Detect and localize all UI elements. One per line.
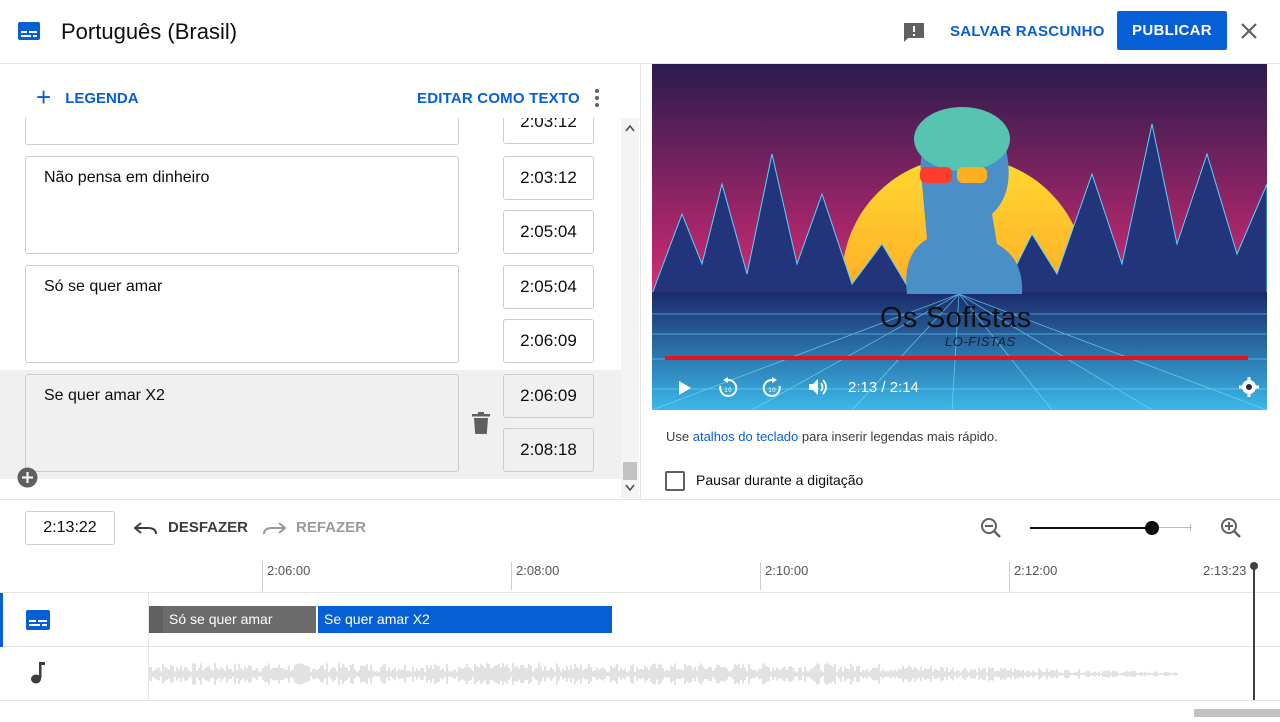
subtitles-icon <box>18 22 40 40</box>
video-player[interactable]: Os Sofistas LO-FISTAS 10 10 2:13 / 2:14 <box>652 64 1267 410</box>
hint-suffix: para inserir legendas mais rápido. <box>798 429 998 444</box>
close-icon[interactable] <box>1238 20 1260 42</box>
svg-text:10: 10 <box>724 387 732 394</box>
caption-text-field[interactable]: Se quer amar X2 <box>25 374 459 472</box>
undo-label: DESFAZER <box>168 519 249 536</box>
caption-end-time[interactable]: 2:06:09 <box>503 319 594 363</box>
hint-prefix: Use <box>666 429 693 444</box>
timeline-segment-selected[interactable]: Se quer amar X2 <box>318 606 612 633</box>
header: Português (Brasil) SALVAR RASCUNHO PUBLI… <box>0 0 1280 64</box>
panel-divider <box>640 64 641 499</box>
scrollbar-thumb[interactable] <box>623 462 637 480</box>
caption-text-field[interactable] <box>25 118 459 145</box>
add-caption-button[interactable]: + LEGENDA <box>36 82 139 112</box>
video-sub-brand-text: LO-FISTAS <box>945 334 1016 349</box>
timeline-divider <box>0 646 1280 647</box>
keyboard-hint: Use atalhos do teclado para inserir lege… <box>666 429 998 444</box>
caption-start-time[interactable]: 2:06:09 <box>503 374 594 418</box>
svg-text:10: 10 <box>768 387 776 394</box>
scroll-up-icon[interactable] <box>625 124 635 132</box>
scroll-down-icon[interactable] <box>625 484 635 492</box>
toolbar-divider <box>0 499 1280 500</box>
forward-10-icon[interactable]: 10 <box>762 376 782 398</box>
timeline-scrollbar[interactable] <box>1194 709 1280 717</box>
caption-end-time[interactable]: 2:03:12 <box>503 118 594 144</box>
caption-start-time[interactable]: 2:05:04 <box>503 265 594 309</box>
caption-row: Não pensa em dinheiro 2:03:12 2:05:04 <box>0 152 621 256</box>
video-brand-text: Os Sofistas <box>880 302 1032 334</box>
audio-waveform <box>149 663 1178 685</box>
zoom-slider-thumb[interactable] <box>1145 521 1159 535</box>
keyboard-shortcuts-link[interactable]: atalhos do teclado <box>693 429 799 444</box>
caption-start-time[interactable]: 2:03:12 <box>503 156 594 200</box>
caption-end-time[interactable]: 2:08:18 <box>503 428 594 472</box>
timeline-segment-edge[interactable] <box>149 606 163 633</box>
timeline-divider <box>0 700 1280 701</box>
playhead-handle[interactable] <box>1250 562 1258 570</box>
undo-button[interactable]: DESFAZER <box>134 519 248 536</box>
settings-icon[interactable] <box>1239 377 1259 397</box>
publish-button[interactable]: PUBLICAR <box>1117 11 1227 50</box>
subtitles-track-icon <box>26 610 50 630</box>
music-note-icon <box>31 662 45 684</box>
undo-icon <box>134 521 157 534</box>
video-time-readout: 2:13 / 2:14 <box>848 379 919 396</box>
zoom-out-icon[interactable] <box>980 517 1002 539</box>
video-controls: 10 10 <box>652 364 1267 410</box>
zoom-slider-end <box>1190 524 1191 531</box>
feedback-icon[interactable] <box>902 21 926 45</box>
timeline-segment[interactable]: Só se quer amar <box>163 606 316 633</box>
caption-text-field[interactable]: Não pensa em dinheiro <box>25 156 459 254</box>
edit-as-text-button[interactable]: EDITAR COMO TEXTO <box>417 90 580 107</box>
replay-10-icon[interactable]: 10 <box>718 376 738 398</box>
selected-track-indicator <box>0 593 3 647</box>
timeline-tick: 2:06:00 <box>262 562 310 590</box>
add-caption-label: LEGENDA <box>65 90 139 107</box>
page-title: Português (Brasil) <box>61 19 238 44</box>
timeline-tick: 2:12:00 <box>1009 562 1057 590</box>
pause-while-typing-label: Pausar durante a digitação <box>696 472 864 488</box>
timeline-tick: 2:13:23 <box>1203 563 1247 578</box>
volume-icon[interactable] <box>808 378 830 396</box>
redo-icon <box>263 521 286 534</box>
timeline-tick: 2:08:00 <box>511 562 559 590</box>
caption-list-scrollbar[interactable] <box>621 118 639 498</box>
add-circle-icon[interactable] <box>17 467 38 488</box>
more-vert-icon[interactable] <box>589 88 605 108</box>
caption-text-field[interactable]: Só se quer amar <box>25 265 459 363</box>
video-progress-bar[interactable] <box>665 356 1249 360</box>
caption-list: 2:03:12 Não pensa em dinheiro 2:03:12 2:… <box>0 118 621 479</box>
save-draft-button[interactable]: SALVAR RASCUNHO <box>950 23 1105 40</box>
playhead[interactable] <box>1253 566 1255 700</box>
redo-button[interactable]: REFAZER <box>262 519 366 536</box>
timeline-tick: 2:10:00 <box>760 562 808 590</box>
trash-icon[interactable] <box>472 412 490 434</box>
plus-icon: + <box>36 82 52 112</box>
caption-row: Só se quer amar 2:05:04 2:06:09 <box>0 261 621 365</box>
current-time-input[interactable]: 2:13:22 <box>25 511 115 545</box>
zoom-in-icon[interactable] <box>1220 517 1242 539</box>
caption-end-time[interactable]: 2:05:04 <box>503 210 594 254</box>
redo-label: REFAZER <box>296 519 367 536</box>
zoom-slider-track[interactable] <box>1030 527 1152 529</box>
pause-while-typing-checkbox[interactable] <box>665 471 685 491</box>
timeline-divider <box>0 592 1280 593</box>
caption-row-selected: Se quer amar X2 2:06:09 2:08:18 <box>0 370 621 479</box>
play-icon[interactable] <box>678 380 692 396</box>
